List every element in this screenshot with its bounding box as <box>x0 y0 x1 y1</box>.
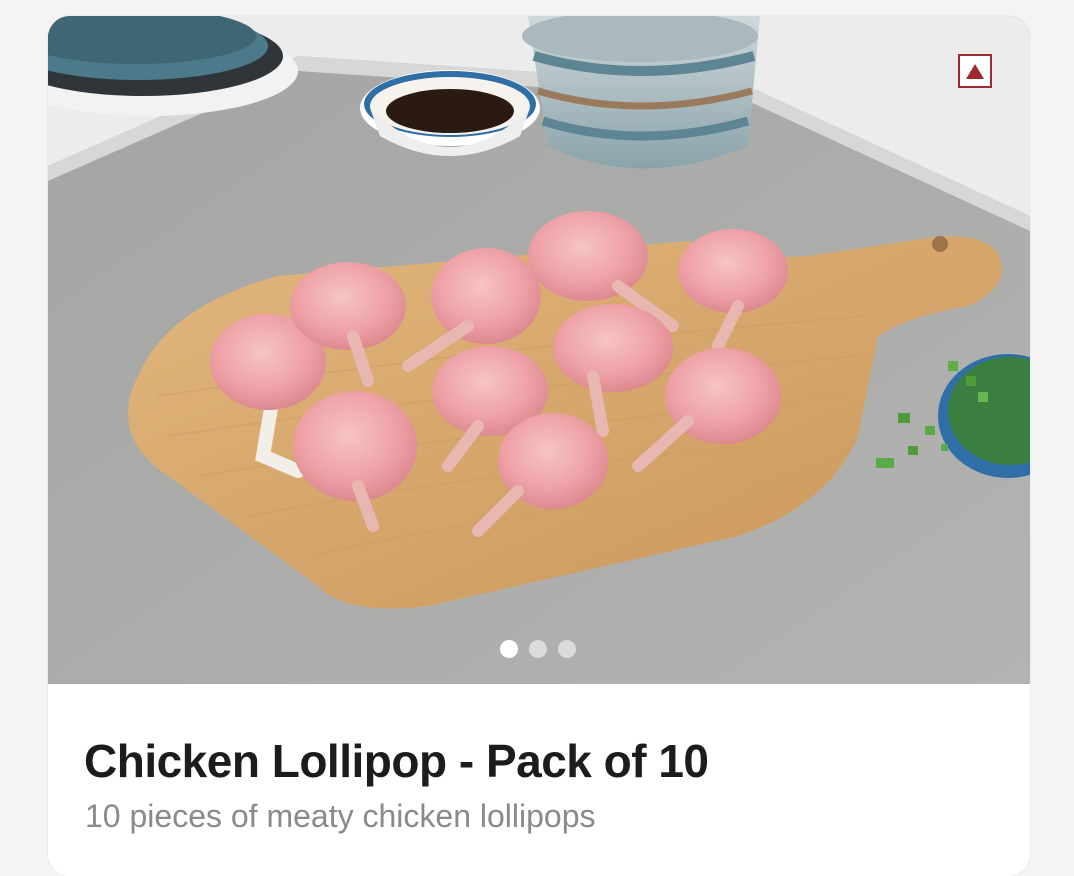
carousel-dot-3[interactable] <box>558 640 576 658</box>
product-description: 10 pieces of meaty chicken lollipops <box>85 798 596 834</box>
carousel-indicators <box>500 640 576 658</box>
product-title[interactable]: Chicken Lollipop - Pack of 10 <box>84 734 709 788</box>
product-card[interactable]: Chicken Lollipop - Pack of 10 10 pieces … <box>48 16 1030 876</box>
carousel-dot-2[interactable] <box>529 640 547 658</box>
product-info: Chicken Lollipop - Pack of 10 10 pieces … <box>48 684 1030 876</box>
carousel-dot-1[interactable] <box>500 640 518 658</box>
non-veg-triangle-icon <box>958 54 992 88</box>
product-image <box>48 16 1030 684</box>
product-image-carousel[interactable] <box>48 16 1030 684</box>
